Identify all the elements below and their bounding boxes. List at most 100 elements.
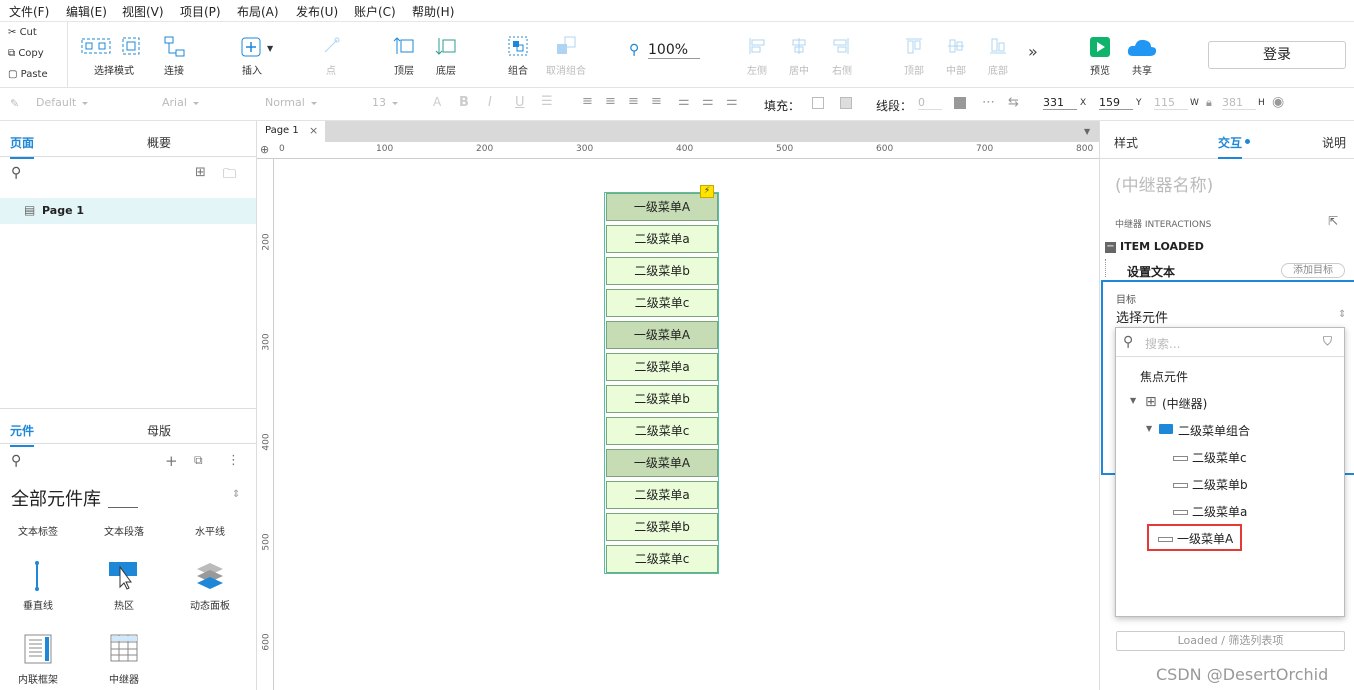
insert-icon[interactable] <box>241 37 261 57</box>
menu-layout[interactable]: 布局(A) <box>237 3 279 20</box>
interaction-lightning-icon[interactable]: ⚡︎ <box>700 185 714 198</box>
tree-item-c[interactable]: 二级菜单c <box>1173 449 1247 466</box>
select-mode-icon[interactable] <box>81 36 111 56</box>
expand-arrow-icon[interactable]: ▼ <box>1130 396 1136 405</box>
align-text-justify-icon[interactable]: ≡ <box>651 94 662 109</box>
fill-color-swatch[interactable] <box>812 97 824 109</box>
menu-account[interactable]: 账户(C) <box>354 3 396 20</box>
widget-search-icon[interactable]: ⚲ <box>11 453 21 469</box>
repeater-row[interactable]: 二级菜单a <box>606 225 718 253</box>
tab-pages[interactable]: 页面 <box>10 134 35 159</box>
menu-file[interactable]: 文件(F) <box>9 3 49 20</box>
select-contained-icon[interactable] <box>122 37 140 55</box>
tab-style[interactable]: 样式 <box>1114 134 1138 151</box>
dropdown-search-input[interactable]: 搜索... <box>1145 335 1315 352</box>
tab-outline[interactable]: 概要 <box>147 134 171 151</box>
send-bottom-icon[interactable] <box>435 36 457 56</box>
tab-overflow-icon[interactable]: ▼ <box>1084 127 1090 136</box>
insert-dropdown-icon[interactable]: ▼ <box>267 44 273 53</box>
repeater-row[interactable]: 二级菜单b <box>606 385 718 413</box>
cut-button[interactable]: ✂ Cut <box>8 27 37 38</box>
size-select[interactable]: 13 <box>372 96 398 109</box>
valign-bottom-icon[interactable]: ⚌ <box>726 94 738 109</box>
valign-top-icon[interactable]: ⚌ <box>678 94 690 109</box>
copy-button[interactable]: ⧉ Copy <box>8 48 44 59</box>
add-page-icon[interactable]: ⊞ <box>195 165 206 180</box>
repeater-widget[interactable]: 一级菜单A 二级菜单a 二级菜单b 二级菜单c 一级菜单A 二级菜单a 二级菜单… <box>604 192 719 574</box>
repeater-row[interactable]: 二级菜单a <box>606 481 718 509</box>
stroke-pattern-icon[interactable]: ⋯ <box>982 95 995 110</box>
stroke-width-field[interactable]: 0 <box>918 96 942 110</box>
expand-panel-icon[interactable]: ⇱ <box>1328 214 1338 228</box>
repeater-name-field[interactable]: (中继器名称) <box>1115 171 1213 196</box>
widget-dynamic-panel[interactable]: 动态面板 <box>190 597 230 612</box>
repeater-row[interactable]: 二级菜单a <box>606 353 718 381</box>
repeater-row[interactable]: 一级菜单A <box>606 321 718 349</box>
target-select[interactable]: 选择元件 <box>1116 307 1168 326</box>
paste-button[interactable]: ▢ Paste <box>8 69 48 80</box>
widget-repeater[interactable]: 中继器 <box>109 671 139 686</box>
weight-select[interactable]: Normal <box>265 96 317 109</box>
y-field[interactable]: 159 <box>1099 96 1133 110</box>
widget-hotspot[interactable]: 热区 <box>114 597 134 612</box>
bring-top-icon[interactable] <box>393 36 415 56</box>
h-field[interactable]: 381 <box>1222 96 1256 110</box>
w-field[interactable]: 115 <box>1154 96 1188 110</box>
library-select[interactable]: 全部元件库 <box>11 485 101 511</box>
more-chevron-icon[interactable]: » <box>1028 42 1038 61</box>
font-select[interactable]: Arial <box>162 96 199 109</box>
widget-paragraph[interactable]: 文本段落 <box>104 523 144 538</box>
loaded-filter-button[interactable]: Loaded / 筛选列表项 <box>1116 631 1345 651</box>
widget-label[interactable]: 文本标签 <box>18 523 58 538</box>
repeater-row[interactable]: 二级菜单c <box>606 417 718 445</box>
doc-tab[interactable]: Page 1 × <box>257 121 325 142</box>
collapse-event-icon[interactable]: − <box>1105 242 1116 253</box>
tree-item-a[interactable]: 二级菜单a <box>1173 503 1247 520</box>
style-select[interactable]: Default <box>36 96 89 109</box>
fill-image-swatch[interactable] <box>840 97 852 109</box>
group-icon[interactable] <box>508 36 528 56</box>
repeater-row[interactable]: 二级菜单c <box>606 289 718 317</box>
tab-widgets[interactable]: 元件 <box>10 422 35 447</box>
action-name[interactable]: 设置文本 <box>1127 263 1175 280</box>
repeater-row[interactable]: 二级菜单b <box>606 513 718 541</box>
event-name[interactable]: ITEM LOADED <box>1120 240 1204 253</box>
tree-group[interactable]: 二级菜单组合 <box>1178 422 1250 439</box>
preview-icon[interactable] <box>1089 36 1111 58</box>
search-icon[interactable]: ⚲ <box>11 165 21 181</box>
zoom-select[interactable]: 100% <box>648 42 700 59</box>
visibility-eye-icon[interactable]: ◉ <box>1272 94 1284 110</box>
share-cloud-icon[interactable] <box>1126 36 1158 58</box>
menu-project[interactable]: 项目(P) <box>180 3 221 20</box>
add-folder-icon[interactable]: 🗀︎ <box>223 165 236 187</box>
tree-item-b[interactable]: 二级菜单b <box>1173 476 1248 493</box>
tree-item-level1[interactable]: 一级菜单A <box>1158 530 1233 547</box>
tree-focus-widget[interactable]: 焦点元件 <box>1140 368 1188 385</box>
tab-interactions[interactable]: 交互 <box>1218 134 1243 159</box>
menu-publish[interactable]: 发布(U) <box>296 3 338 20</box>
repeater-row[interactable]: 二级菜单b <box>606 257 718 285</box>
widget-inline-frame[interactable]: 内联框架 <box>18 671 58 686</box>
menu-view[interactable]: 视图(V) <box>122 3 164 20</box>
library-copy-icon[interactable]: ⧉ <box>194 453 203 468</box>
tab-masters[interactable]: 母版 <box>147 422 171 439</box>
more-vertical-icon[interactable]: ⋮ <box>227 453 240 468</box>
widget-hline[interactable]: 水平线 <box>195 523 225 538</box>
stroke-color-swatch[interactable] <box>954 97 966 109</box>
repeater-row[interactable]: 一级菜单A <box>606 449 718 477</box>
align-text-center-icon[interactable]: ≡ <box>605 94 616 109</box>
close-icon[interactable]: × <box>309 124 318 137</box>
menu-edit[interactable]: 编辑(E) <box>66 3 107 20</box>
widget-vline[interactable]: 垂直线 <box>23 597 53 612</box>
add-target-button[interactable]: 添加目标 <box>1281 263 1345 278</box>
connect-icon[interactable] <box>164 36 186 58</box>
login-button[interactable]: 登录 <box>1208 41 1346 69</box>
expand-arrow-icon[interactable]: ▼ <box>1146 424 1152 433</box>
x-field[interactable]: 331 <box>1043 96 1077 110</box>
tree-repeater[interactable]: (中继器) <box>1162 395 1207 412</box>
menu-help[interactable]: 帮助(H) <box>412 3 454 20</box>
tab-notes[interactable]: 说明 <box>1322 134 1346 151</box>
valign-middle-icon[interactable]: ⚌ <box>702 94 714 109</box>
filter-icon[interactable]: ⛉ <box>1323 334 1332 349</box>
page-item[interactable]: ▤ Page 1 <box>0 198 256 224</box>
